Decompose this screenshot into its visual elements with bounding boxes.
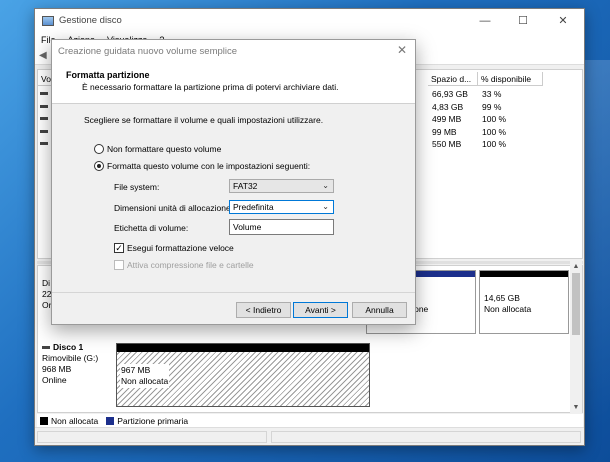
region-state: Non allocata bbox=[121, 376, 169, 386]
cell-free-space: 99 MB bbox=[432, 126, 457, 137]
wizard-body: Scegliere se formattare il volume e qual… bbox=[52, 104, 415, 284]
status-cell bbox=[271, 431, 581, 443]
legend-label: Partizione primaria bbox=[117, 415, 189, 426]
cell-percent-free: 33 % bbox=[482, 89, 502, 99]
drive-icon bbox=[40, 117, 48, 120]
cell-percent-free: 100 % bbox=[482, 126, 507, 137]
status-cell bbox=[37, 431, 267, 443]
disk1-unallocated-region[interactable]: 967 MB Non allocata bbox=[116, 343, 370, 407]
window-title: Gestione disco bbox=[59, 15, 122, 26]
unallocated-bar bbox=[117, 344, 369, 352]
legend-item: Partizione primaria bbox=[106, 416, 188, 426]
cell-free-space: 4,83 GB bbox=[432, 101, 464, 112]
allocation-unit-select[interactable]: Predefinita ⌄ bbox=[229, 200, 334, 214]
disk1-status: Online bbox=[42, 375, 67, 385]
compression-label: Attiva compressione file e cartelle bbox=[127, 260, 254, 270]
disk-management-icon bbox=[42, 15, 54, 26]
compression-checkbox: Attiva compressione file e cartelle bbox=[114, 260, 254, 270]
radio-format[interactable]: Formatta questo volume con le impostazio… bbox=[94, 161, 310, 171]
radio-no-format[interactable]: Non formattare questo volume bbox=[94, 144, 221, 154]
wizard-intro: Scegliere se formattare il volume e qual… bbox=[84, 115, 324, 125]
wizard-header: Formatta partizione È necessario formatt… bbox=[52, 62, 415, 104]
col-percent-free[interactable]: % disponibile bbox=[478, 72, 543, 86]
cell-percent-free: 100 % bbox=[482, 114, 507, 124]
checkbox-icon bbox=[114, 260, 124, 270]
legend-swatch bbox=[106, 416, 115, 425]
disk1-type: Rimovibile (G:) bbox=[42, 353, 99, 363]
allocation-unit-value: Predefinita bbox=[233, 202, 274, 212]
new-simple-volume-wizard: Creazione guidata nuovo volume semplice … bbox=[51, 39, 416, 325]
allocation-unit-label: Dimensioni unità di allocazione: bbox=[114, 203, 234, 213]
legend-item: Non allocata bbox=[40, 416, 98, 426]
col-free-space[interactable]: Spazio d... bbox=[428, 72, 478, 86]
dialog-title: Creazione guidata nuovo volume semplice bbox=[58, 45, 238, 57]
cell-free-space: 499 MB bbox=[432, 114, 462, 124]
file-system-label: File system: bbox=[114, 182, 160, 192]
drive-icon bbox=[40, 104, 48, 108]
next-button[interactable]: Avanti > bbox=[293, 302, 348, 318]
chevron-down-icon: ⌄ bbox=[322, 202, 329, 211]
region-size: 967 MB bbox=[121, 365, 151, 375]
cell-percent-free: 99 % bbox=[482, 101, 502, 112]
quick-format-label: Esegui formattazione veloce bbox=[127, 243, 234, 253]
disk1-size: 968 MB bbox=[42, 364, 72, 374]
close-icon[interactable]: ✕ bbox=[395, 43, 409, 57]
close-icon[interactable]: ✕ bbox=[546, 9, 580, 32]
scroll-thumb[interactable] bbox=[572, 273, 580, 335]
radio-no-format-label: Non formattare questo volume bbox=[107, 144, 222, 154]
scroll-up-icon[interactable]: ▲ bbox=[570, 261, 582, 272]
disk1-label[interactable]: Disco 1 Rimovibile (G:) 968 MB Online bbox=[42, 342, 114, 386]
back-button[interactable]: < Indietro bbox=[236, 302, 291, 318]
disk0-unallocated[interactable]: 14,65 GB Non allocata bbox=[479, 270, 569, 334]
wizard-step-description: È necessario formattare la partizione pr… bbox=[82, 82, 339, 92]
partition-status: Non allocata bbox=[484, 304, 532, 314]
cell-free-space: 550 MB bbox=[432, 139, 462, 149]
legend-label: Non allocata bbox=[51, 415, 99, 426]
disk1-title: Disco 1 bbox=[42, 342, 114, 353]
drive-icon bbox=[40, 142, 48, 145]
partition-size: 14,65 GB bbox=[484, 293, 520, 303]
drive-icon bbox=[40, 129, 48, 133]
volume-label-label: Etichetta di volume: bbox=[114, 223, 189, 233]
volume-label-input[interactable] bbox=[229, 219, 334, 235]
cell-free-space: 66,93 GB bbox=[432, 89, 468, 99]
legend: Non allocata Partizione primaria bbox=[37, 414, 583, 427]
status-bar bbox=[35, 427, 584, 445]
dialog-title-bar: Creazione guidata nuovo volume semplice … bbox=[52, 40, 415, 62]
title-bar: Gestione disco — ☐ ✕ bbox=[35, 9, 584, 32]
wizard-step-title: Formatta partizione bbox=[66, 70, 150, 80]
legend-swatch bbox=[40, 416, 48, 425]
quick-format-checkbox[interactable]: ✓ Esegui formattazione veloce bbox=[114, 243, 234, 253]
radio-format-label: Formatta questo volume con le impostazio… bbox=[107, 161, 311, 171]
radio-button-icon[interactable] bbox=[94, 144, 104, 154]
vertical-scrollbar[interactable]: ▲ ▼ bbox=[570, 261, 582, 413]
drive-icon bbox=[40, 92, 48, 95]
button-separator bbox=[52, 292, 415, 293]
file-system-select[interactable]: FAT32 ⌄ bbox=[229, 179, 334, 193]
cancel-button[interactable]: Annulla bbox=[352, 302, 407, 318]
cell-percent-free: 100 % bbox=[482, 139, 507, 149]
scroll-down-icon[interactable]: ▼ bbox=[570, 402, 582, 413]
file-system-value: FAT32 bbox=[233, 181, 258, 191]
maximize-icon[interactable]: ☐ bbox=[506, 9, 540, 32]
checkbox-checked-icon[interactable]: ✓ bbox=[114, 243, 124, 253]
minimize-icon[interactable]: — bbox=[468, 9, 502, 32]
radio-button-selected-icon[interactable] bbox=[94, 161, 104, 171]
chevron-down-icon: ⌄ bbox=[322, 181, 329, 190]
